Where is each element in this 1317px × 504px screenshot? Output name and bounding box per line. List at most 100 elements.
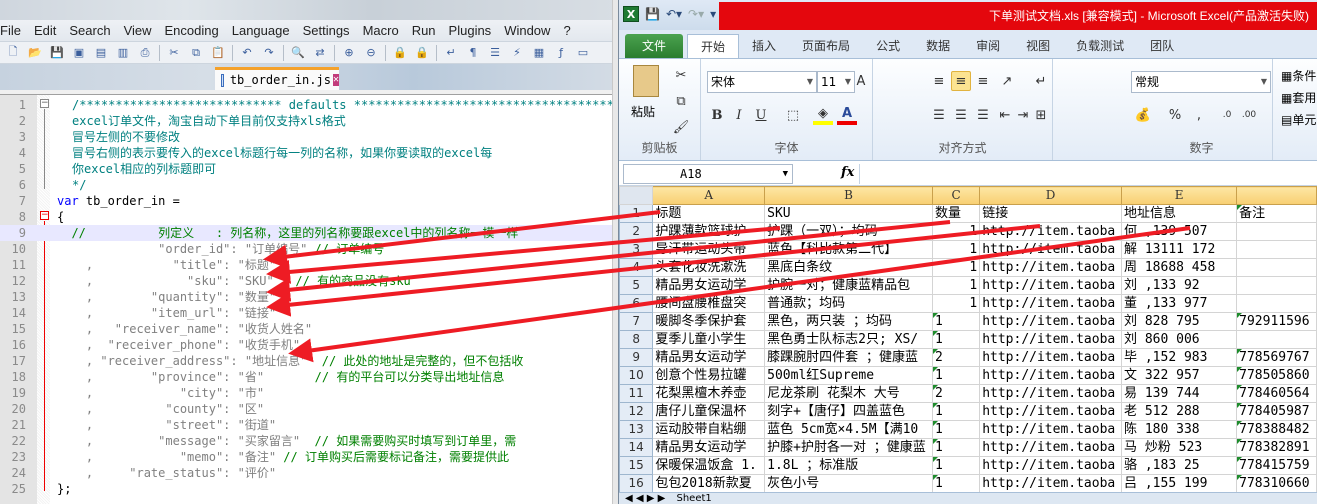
cell-a[interactable]: 包包2018新款夏 xyxy=(652,474,766,493)
number-format-select[interactable]: 常规 ▼ xyxy=(1131,71,1271,93)
excel-logo-icon[interactable]: X xyxy=(623,6,639,22)
paste-icon[interactable] xyxy=(633,65,659,97)
orientation-icon[interactable]: ↗ xyxy=(997,71,1017,91)
cell-f[interactable]: 778382891 xyxy=(1236,438,1317,457)
align-center-icon[interactable]: ☰ xyxy=(951,105,971,125)
cell-d[interactable]: http://item.taoba xyxy=(979,474,1123,493)
sheet-tab[interactable]: Sheet1 xyxy=(677,493,712,504)
cell-f[interactable]: 备注 xyxy=(1236,204,1317,223)
ribbon-tab[interactable]: 开始 xyxy=(687,34,740,58)
row-header[interactable]: 13 xyxy=(619,420,654,439)
menu-item-language[interactable]: Language xyxy=(232,23,290,38)
cell-f[interactable]: 792911596 xyxy=(1236,312,1317,331)
cell-d[interactable]: http://item.taoba xyxy=(979,402,1123,421)
ribbon-tab[interactable]: 文件 xyxy=(625,34,684,58)
ribbon-tab[interactable]: 团队 xyxy=(1137,34,1187,58)
column-header[interactable]: D xyxy=(979,186,1123,205)
customize-qat-icon[interactable]: ▾ xyxy=(710,7,716,21)
ribbon-tab[interactable]: 数据 xyxy=(913,34,963,58)
cell-b[interactable]: 灰色小号 xyxy=(764,474,933,493)
open-folder-icon[interactable]: 📂 xyxy=(27,45,43,61)
menu-item-search[interactable]: Search xyxy=(69,23,110,38)
conditional-format-button[interactable]: ▦条件 xyxy=(1281,65,1316,87)
column-header[interactable]: C xyxy=(931,186,981,205)
cell-c[interactable]: 1 xyxy=(931,312,981,331)
cell-e[interactable]: 文 322 957 xyxy=(1121,366,1238,385)
cell-f[interactable] xyxy=(1236,222,1317,241)
cell-f[interactable] xyxy=(1236,330,1317,349)
cell-f[interactable]: 778405987 xyxy=(1236,402,1317,421)
format-as-table-button[interactable]: ▦套用 xyxy=(1281,87,1316,109)
cell-d[interactable]: http://item.taoba xyxy=(979,384,1123,403)
cell-f[interactable]: 778310660 xyxy=(1236,474,1317,493)
cell-c[interactable]: 1 xyxy=(931,474,981,493)
currency-icon[interactable]: 💰 xyxy=(1133,105,1153,125)
cell-f[interactable]: 778388482 xyxy=(1236,420,1317,439)
sync-vertical-icon[interactable]: 🔒 xyxy=(392,45,408,61)
wrap-text-icon[interactable]: ↵ xyxy=(1031,71,1051,91)
zoom-out-icon[interactable]: ⊖ xyxy=(363,45,379,61)
spreadsheet-grid[interactable]: ABCDE 1 标题 SKU 数量 链接 地址信息 备注 2 护踝薄款篮球护 护踝（一双）；均码 1… xyxy=(619,186,1317,493)
cell-c[interactable]: 1 xyxy=(931,456,981,475)
tab-tb-order-in-js[interactable]: tb_order_in.js ✕ xyxy=(215,67,339,90)
cell-b[interactable]: 黑色勇士队标志2只; XS/ xyxy=(764,330,933,349)
menu-item-macro[interactable]: Macro xyxy=(363,23,399,38)
column-header[interactable] xyxy=(1236,186,1317,205)
font-size-select[interactable]: 11 ▼ xyxy=(817,71,855,93)
cell-b[interactable]: 蓝色 5cm宽×4.5M【满10 xyxy=(764,420,933,439)
menu-item-encoding[interactable]: Encoding xyxy=(165,23,219,38)
cell-b[interactable]: 尼龙茶刷 花梨木 大号 xyxy=(764,384,933,403)
print-icon[interactable]: ⎙ xyxy=(137,45,153,61)
cell-b[interactable]: 护腕一对；健康蓝精品包 xyxy=(764,276,933,295)
ribbon-tab[interactable]: 审阅 xyxy=(963,34,1013,58)
cell-a[interactable]: 护踝薄款篮球护 xyxy=(652,222,766,241)
cell-e[interactable]: 解 13111 172 xyxy=(1121,240,1238,259)
cell-c[interactable]: 1 xyxy=(931,330,981,349)
cell-d[interactable]: http://item.taoba xyxy=(979,294,1123,313)
cell-d[interactable]: http://item.taoba xyxy=(979,222,1123,241)
copy-icon[interactable]: ⧉ xyxy=(671,91,691,111)
cell-d[interactable]: http://item.taoba xyxy=(979,240,1123,259)
close-all-icon[interactable]: ▥ xyxy=(115,45,131,61)
cell-a[interactable]: 花梨黑檀木养壶 xyxy=(652,384,766,403)
cell-a[interactable]: 精品男女运动学 xyxy=(652,276,766,295)
ribbon-tab[interactable]: 页面布局 xyxy=(789,34,863,58)
cell-a[interactable]: 标题 xyxy=(652,204,766,223)
cell-c[interactable]: 1 xyxy=(931,438,981,457)
cell-d[interactable]: http://item.taoba xyxy=(979,456,1123,475)
align-top-icon[interactable]: ≡ xyxy=(929,71,949,91)
format-painter-icon[interactable]: 🖌 xyxy=(671,117,691,137)
menu-item-plugins[interactable]: Plugins xyxy=(449,23,492,38)
cell-b[interactable]: 黑色，两只装 ；均码 xyxy=(764,312,933,331)
cell-e[interactable]: 刘 ,133 92 xyxy=(1121,276,1238,295)
cell-d[interactable]: http://item.taoba xyxy=(979,258,1123,277)
cell-a[interactable]: 夏季儿童小学生 xyxy=(652,330,766,349)
cell-f[interactable]: 778460564 xyxy=(1236,384,1317,403)
row-header[interactable]: 11 xyxy=(619,384,654,403)
cell-c[interactable]: 1 xyxy=(931,366,981,385)
cell-c[interactable]: 1 xyxy=(931,240,981,259)
cell-a[interactable]: 创意个性易拉罐 xyxy=(652,366,766,385)
zoom-in-icon[interactable]: ⊕ xyxy=(341,45,357,61)
save-icon[interactable]: 💾 xyxy=(49,45,65,61)
cell-f[interactable] xyxy=(1236,276,1317,295)
menu-item-file[interactable]: File xyxy=(0,23,21,38)
row-header[interactable]: 9 xyxy=(619,348,654,367)
undo-icon[interactable]: ↶ xyxy=(239,45,255,61)
percent-icon[interactable]: % xyxy=(1165,105,1185,125)
cell-a[interactable]: 头套化妆洗漱洗 xyxy=(652,258,766,277)
insert-function-icon[interactable]: fx xyxy=(841,165,854,180)
ribbon-tab[interactable]: 负载测试 xyxy=(1063,34,1137,58)
italic-button[interactable]: I xyxy=(729,105,749,125)
menu-item-window[interactable]: Window xyxy=(504,23,550,38)
cell-a[interactable]: 腰间盘腰椎盘突 xyxy=(652,294,766,313)
row-header[interactable]: 10 xyxy=(619,366,654,385)
cell-b[interactable]: 刻字+【唐仔】四盖蓝色 xyxy=(764,402,933,421)
find-icon[interactable]: 🔍 xyxy=(290,45,306,61)
row-header[interactable]: 7 xyxy=(619,312,654,331)
cell-e[interactable]: 董 ,133 977 xyxy=(1121,294,1238,313)
cell-a[interactable]: 运动胶带自粘绷 xyxy=(652,420,766,439)
cell-c[interactable]: 2 xyxy=(931,384,981,403)
cut-icon[interactable]: ✂ xyxy=(166,45,182,61)
cell-b[interactable]: 500ml红Supreme xyxy=(764,366,933,385)
